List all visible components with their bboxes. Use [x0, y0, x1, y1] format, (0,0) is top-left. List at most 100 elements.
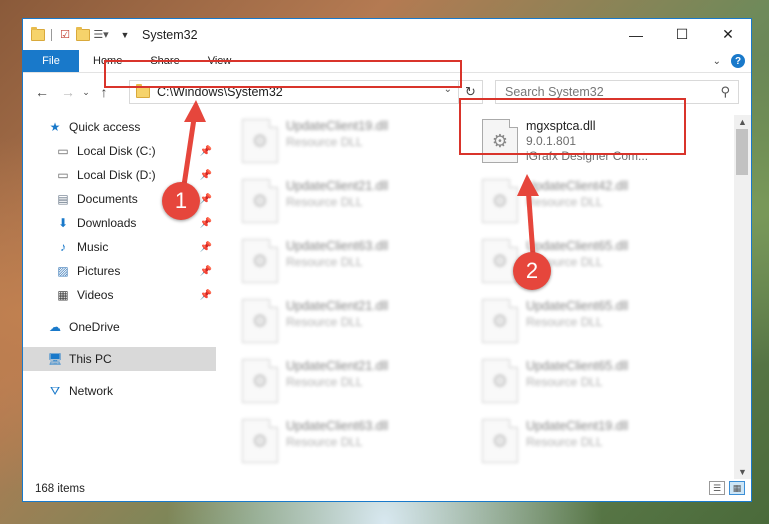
dll-file-icon: ⚙	[242, 359, 278, 403]
network-icon: ⛛	[49, 383, 61, 398]
file-tile[interactable]: ⚙ UpdateClient65.dll Resource DLL	[478, 297, 708, 353]
file-tile[interactable]: ⚙ UpdateClient21.dll Resource DLL	[238, 357, 468, 413]
dll-file-icon: ⚙	[482, 239, 518, 283]
sidebar-item-music[interactable]: ♪ Music 📌	[23, 235, 216, 259]
quick-access-toolbar: ☑ ☰▾ ▼	[31, 26, 132, 42]
computer-icon: 🖥	[47, 352, 63, 366]
file-tile[interactable]: ⚙ UpdateClient21.dll Resource DLL	[238, 177, 468, 233]
dll-file-icon: ⚙	[482, 179, 518, 223]
sidebar-item-label: Pictures	[77, 264, 121, 278]
tab-file[interactable]: File	[23, 50, 79, 72]
drive-icon: ▭	[57, 168, 69, 182]
file-tile[interactable]: ⚙ UpdateClient21.dll Resource DLL	[238, 297, 468, 353]
sidebar-item-onedrive[interactable]: ☁ OneDrive	[23, 315, 216, 339]
properties-icon[interactable]: ☑	[58, 28, 72, 42]
sidebar-item-network[interactable]: ⛛ Network	[23, 379, 216, 403]
sidebar-item-label: Videos	[77, 288, 114, 302]
pin-icon: 📌	[199, 193, 212, 205]
documents-icon: ▤	[57, 192, 69, 206]
maximize-button[interactable]: ☐	[659, 19, 705, 50]
minimize-button[interactable]: —	[613, 19, 659, 50]
file-type: Resource DLL	[526, 315, 603, 329]
file-tile[interactable]: ⚙ UpdateClient63.dll Resource DLL	[238, 237, 468, 293]
chevron-down-icon[interactable]: ⌄	[713, 56, 721, 67]
close-button[interactable]: ✕	[705, 19, 751, 50]
dll-file-icon: ⚙	[242, 299, 278, 343]
file-tile[interactable]: ⚙ UpdateClient19.dll Resource DLL	[478, 417, 708, 473]
file-type: Resource DLL	[286, 255, 363, 269]
folder-icon	[31, 26, 45, 42]
file-tile[interactable]: ⚙ UpdateClient19.dll Resource DLL	[238, 117, 468, 173]
file-tile[interactable]: ⚙ UpdateClient65.dll Resource DLL	[478, 357, 708, 413]
file-type: Resource DLL	[526, 195, 603, 209]
file-tile[interactable]: ⚙ UpdateClient42.dll Resource DLL	[478, 177, 708, 233]
pin-icon: 📌	[199, 265, 212, 277]
downloads-icon: ⬇	[57, 216, 69, 230]
file-name: UpdateClient42.dll	[526, 179, 629, 193]
sidebar-item-label: Quick access	[69, 120, 141, 134]
file-name: UpdateClient21.dll	[286, 359, 389, 373]
status-bar: 168 items ☰ ▦	[23, 477, 751, 501]
forward-arrow-icon[interactable]: →	[57, 81, 79, 103]
dll-file-icon: ⚙	[242, 419, 278, 463]
dll-file-icon: ⚙	[482, 299, 518, 343]
sidebar-item-label: Local Disk (C:)	[77, 144, 156, 158]
sidebar-item-quick-access[interactable]: ★ Quick access	[23, 115, 216, 139]
callout-1: 1	[162, 182, 200, 220]
file-name: UpdateClient19.dll	[526, 419, 629, 433]
sidebar-item-label: Documents	[77, 192, 138, 206]
pin-icon: 📌	[199, 145, 212, 157]
file-type: Resource DLL	[286, 435, 363, 449]
recent-locations-chevron-icon[interactable]: ⌄	[79, 81, 93, 103]
help-icon[interactable]: ?	[731, 54, 745, 68]
ribbon-right: ⌄ ?	[713, 54, 745, 68]
pin-icon: 📌	[199, 289, 212, 301]
sidebar-item-local-disk-c[interactable]: ▭ Local Disk (C:) 📌	[23, 139, 216, 163]
customize-toolbar-icon[interactable]: ☰▾	[93, 28, 108, 42]
sidebar-item-label: OneDrive	[69, 320, 120, 334]
chevron-down-icon[interactable]: ▼	[118, 28, 132, 42]
dll-file-icon: ⚙	[242, 119, 278, 163]
tiles-view-icon[interactable]: ▦	[729, 481, 745, 495]
file-type: Resource DLL	[286, 135, 363, 149]
drive-icon: ▭	[57, 144, 69, 158]
search-placeholder: Search System32	[505, 85, 604, 99]
videos-icon: ▦	[57, 288, 69, 302]
file-name: UpdateClient65.dll	[526, 359, 629, 373]
pin-icon: 📌	[199, 169, 212, 181]
window-controls: — ☐ ✕	[613, 19, 751, 50]
scroll-thumb[interactable]	[736, 129, 748, 175]
file-type: Resource DLL	[286, 375, 363, 389]
cloud-icon: ☁	[49, 320, 61, 334]
vertical-scrollbar[interactable]: ▲ ▼	[734, 115, 751, 479]
title-bar: ☑ ☰▾ ▼ System32 — ☐ ✕	[23, 19, 751, 50]
back-arrow-icon[interactable]: ←	[31, 81, 53, 103]
dll-file-icon: ⚙	[482, 419, 518, 463]
music-icon: ♪	[60, 240, 66, 254]
sidebar-item-label: This PC	[69, 352, 112, 366]
file-name: UpdateClient21.dll	[286, 179, 389, 193]
dll-file-icon: ⚙	[482, 359, 518, 403]
navigation-pane: ★ Quick access ▭ Local Disk (C:) 📌 ▭ Loc…	[23, 115, 216, 475]
file-name: UpdateClient65.dll	[526, 239, 629, 253]
sidebar-item-videos[interactable]: ▦ Videos 📌	[23, 283, 216, 307]
new-folder-icon[interactable]	[76, 26, 90, 42]
pictures-icon: ▨	[57, 264, 69, 278]
window-title: System32	[142, 27, 198, 42]
file-highlight	[459, 98, 686, 155]
view-buttons: ☰ ▦	[709, 481, 745, 495]
sidebar-item-pictures[interactable]: ▨ Pictures 📌	[23, 259, 216, 283]
file-name: UpdateClient63.dll	[286, 239, 389, 253]
pin-icon: 📌	[199, 241, 212, 253]
search-icon[interactable]: ⚲	[720, 84, 730, 100]
file-tile[interactable]: ⚙ UpdateClient65.dll Resource DLL	[478, 237, 708, 293]
file-tile[interactable]: ⚙ UpdateClient63.dll Resource DLL	[238, 417, 468, 473]
sidebar-item-label: Local Disk (D:)	[77, 168, 156, 182]
scroll-up-icon[interactable]: ▲	[734, 115, 751, 129]
file-type: Resource DLL	[286, 195, 363, 209]
details-view-icon[interactable]: ☰	[709, 481, 725, 495]
dll-file-icon: ⚙	[242, 239, 278, 283]
star-icon: ★	[49, 120, 61, 134]
sidebar-item-this-pc[interactable]: 🖥 This PC	[23, 347, 216, 371]
